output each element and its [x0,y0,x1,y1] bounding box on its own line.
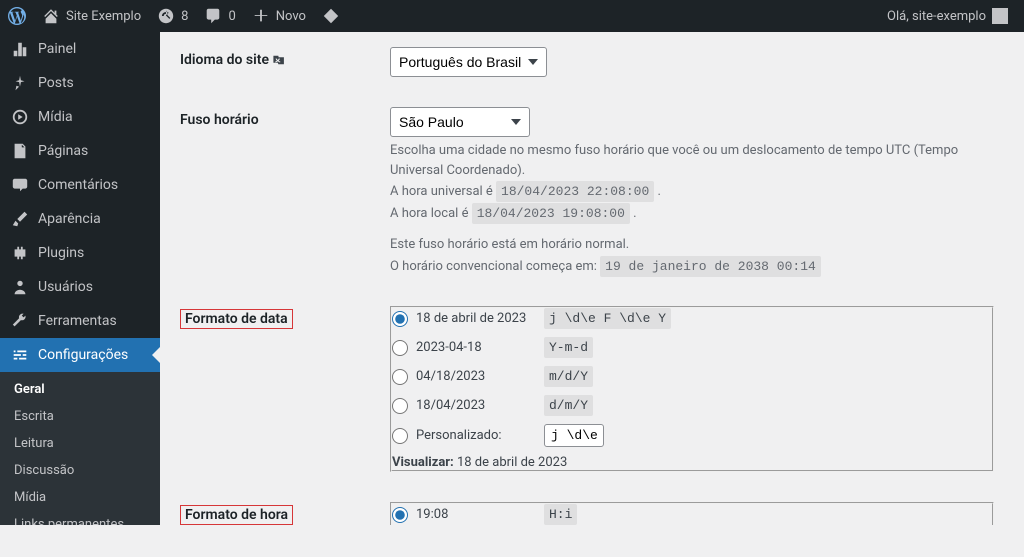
submenu-reading[interactable]: Leitura [0,430,160,457]
tz-normal-line: Este fuso horário está em horário normal… [390,235,994,255]
timezone-select[interactable]: São Paulo [390,107,530,137]
menu-dashboard[interactable]: Painel [0,32,160,66]
wordpress-icon [8,7,26,25]
time-radio-0[interactable] [392,507,408,523]
local-time-line: A hora local é 18/04/2023 19:08:00 . [390,204,994,224]
menu-media[interactable]: Mídia [0,100,160,134]
date-radio-2[interactable] [392,369,408,385]
time-option-0[interactable]: 19:08H:i [392,504,992,525]
submenu-writing[interactable]: Escrita [0,403,160,430]
diamond-icon [322,7,340,25]
date-radio-3[interactable] [392,398,408,414]
date-preview-value: 18 de abril de 2023 [457,455,567,470]
comment-icon [10,175,30,195]
settings-content: Idioma do site Português do Brasil Fuso … [160,32,1024,525]
date-custom-input[interactable] [544,424,604,447]
toolbar-site-name[interactable]: Site Exemplo [34,0,149,32]
toolbar-greeting: Olá, site-exemplo [887,9,986,24]
dashboard-icon [10,39,30,59]
toolbar-new[interactable]: Novo [244,0,314,32]
translate-icon [272,53,286,67]
date-option-2[interactable]: 04/18/2023m/d/Y [392,366,992,387]
date-radio-custom[interactable] [392,428,408,444]
wrench-icon [10,311,30,331]
date-option-3[interactable]: 18/04/2023d/m/Y [392,395,992,416]
admin-menu: Painel Posts Mídia Páginas Comentários A… [0,32,160,525]
menu-posts[interactable]: Posts [0,66,160,100]
home-icon [42,7,60,25]
label-site-language: Idioma do site [180,32,380,92]
menu-settings[interactable]: Configurações [0,338,160,372]
submenu-permalinks[interactable]: Links permanentes [0,511,160,525]
menu-appearance[interactable]: Aparência [0,202,160,236]
label-date-format: Formato de data [180,291,380,487]
utc-time-line: A hora universal é 18/04/2023 22:08:00 . [390,182,994,202]
update-icon [157,7,175,25]
pin-icon [10,73,30,93]
settings-submenu: Geral Escrita Leitura Discussão Mídia Li… [0,372,160,525]
label-timezone: Fuso horário [180,92,380,291]
time-format-options: 19:08H:i 7:08 PMg:i A Personalizado: Vis… [390,502,994,525]
toolbar-account[interactable]: Olá, site-exemplo [879,8,1024,24]
site-language-select[interactable]: Português do Brasil [390,47,547,77]
admin-toolbar: Site Exemplo 8 0 Novo Olá, site-exemplo [0,0,1024,32]
menu-users[interactable]: Usuários [0,270,160,304]
timezone-description: Escolha uma cidade no mesmo fuso horário… [390,141,994,180]
date-option-custom[interactable]: Personalizado: [392,424,992,447]
menu-plugins[interactable]: Plugins [0,236,160,270]
toolbar-comments-count: 0 [228,9,235,24]
toolbar-updates-count: 8 [181,9,188,24]
toolbar-extra[interactable] [314,0,348,32]
avatar [992,8,1008,24]
tz-dst-line: O horário convencional começa em: 19 de … [390,257,994,277]
submenu-media[interactable]: Mídia [0,484,160,511]
label-time-format: Formato de hora [180,487,380,525]
date-format-options: 18 de abril de 2023j \d\e F \d\e Y 2023-… [390,306,994,472]
plugin-icon [10,243,30,263]
comment-icon [204,7,222,25]
submenu-general[interactable]: Geral [0,376,160,403]
media-icon [10,107,30,127]
page-icon [10,141,30,161]
menu-comments[interactable]: Comentários [0,168,160,202]
local-time-value: 18/04/2023 19:08:00 [472,203,630,224]
date-option-0[interactable]: 18 de abril de 2023j \d\e F \d\e Y [392,308,992,329]
toolbar-site-label: Site Exemplo [66,9,141,24]
submenu-discussion[interactable]: Discussão [0,457,160,484]
dst-start-value: 19 de janeiro de 2038 00:14 [600,256,821,277]
date-radio-1[interactable] [392,340,408,356]
brush-icon [10,209,30,229]
toolbar-wp-logo[interactable] [0,0,34,32]
toolbar-new-label: Novo [276,9,306,24]
user-icon [10,277,30,297]
date-option-1[interactable]: 2023-04-18Y-m-d [392,337,992,358]
toolbar-updates[interactable]: 8 [149,0,196,32]
menu-pages[interactable]: Páginas [0,134,160,168]
plus-icon [252,7,270,25]
toolbar-comments[interactable]: 0 [196,0,243,32]
date-radio-0[interactable] [392,311,408,327]
utc-time-value: 18/04/2023 22:08:00 [496,181,654,202]
menu-tools[interactable]: Ferramentas [0,304,160,338]
sliders-icon [10,345,30,365]
